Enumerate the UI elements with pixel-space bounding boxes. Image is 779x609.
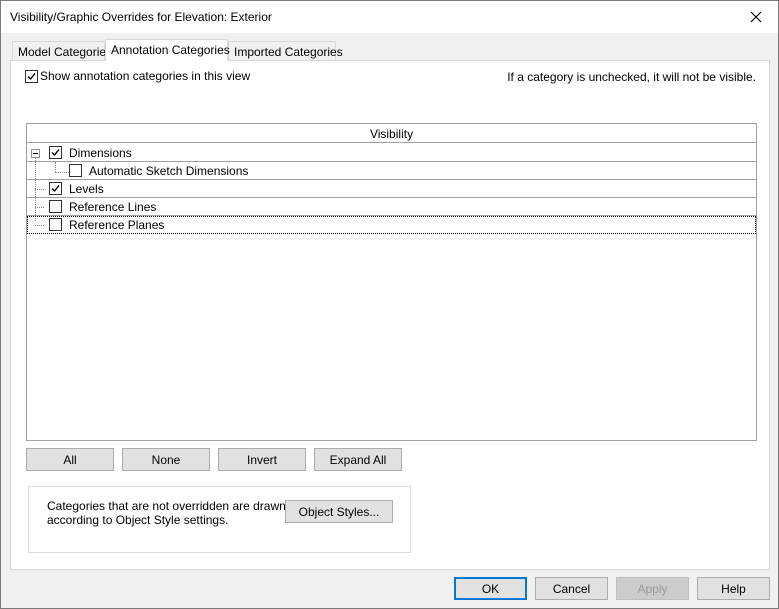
row-label: Dimensions: [69, 146, 132, 160]
tab-imported-categories[interactable]: Imported Categories: [228, 41, 343, 61]
close-button[interactable]: [734, 1, 778, 33]
window-title: Visibility/Graphic Overrides for Elevati…: [10, 10, 272, 24]
none-button[interactable]: None: [122, 448, 210, 471]
row-visibility-checkbox[interactable]: [69, 164, 82, 177]
row-label: Reference Planes: [69, 218, 165, 232]
checkmark-icon: [27, 72, 36, 80]
table-row[interactable]: Levels: [27, 180, 756, 198]
ok-button[interactable]: OK: [454, 577, 527, 600]
table-row[interactable]: Reference Lines: [27, 198, 756, 216]
expand-all-button[interactable]: Expand All: [314, 448, 402, 471]
row-visibility-checkbox[interactable]: [49, 218, 62, 231]
tab-label: Annotation Categories: [111, 43, 230, 57]
categories-grid: Visibility Dimensions Automatic Sketch D…: [26, 123, 757, 441]
tab-model-categories[interactable]: Model Categories: [12, 41, 112, 61]
table-row[interactable]: Reference Planes: [27, 216, 756, 234]
show-annotation-categories-checkbox[interactable]: [25, 69, 38, 83]
row-label: Automatic Sketch Dimensions: [89, 164, 249, 178]
column-header-label: Visibility: [369, 127, 414, 141]
visibility-hint: If a category is unchecked, it will not …: [507, 70, 756, 84]
row-label: Reference Lines: [69, 200, 157, 214]
tab-label: Model Categories: [18, 45, 113, 59]
annotation-categories-panel: Show annotation categories in this view …: [10, 60, 770, 570]
cancel-button[interactable]: Cancel: [535, 577, 608, 600]
all-button[interactable]: All: [26, 448, 114, 471]
row-label: Levels: [69, 182, 104, 196]
object-style-note: Categories that are not overridden are d…: [47, 499, 286, 527]
apply-button: Apply: [616, 577, 689, 600]
table-row[interactable]: Dimensions: [27, 144, 756, 162]
checkmark-icon: [51, 149, 60, 157]
dialog-window: Visibility/Graphic Overrides for Elevati…: [0, 0, 779, 609]
row-visibility-checkbox[interactable]: [49, 200, 62, 213]
object-style-note-group: Categories that are not overridden are d…: [28, 486, 411, 553]
close-icon: [750, 11, 762, 23]
collapse-minus-icon[interactable]: [31, 149, 40, 158]
invert-button[interactable]: Invert: [218, 448, 306, 471]
tab-label: Imported Categories: [234, 45, 343, 59]
tab-annotation-categories[interactable]: Annotation Categories: [105, 39, 230, 61]
table-row[interactable]: Automatic Sketch Dimensions: [27, 162, 756, 180]
row-visibility-checkbox[interactable]: [49, 182, 62, 195]
checkmark-icon: [51, 185, 60, 193]
row-visibility-checkbox[interactable]: [49, 146, 62, 159]
visibility-column-header[interactable]: Visibility: [27, 124, 756, 143]
show-annotation-categories-label: Show annotation categories in this view: [40, 69, 251, 83]
title-bar: Visibility/Graphic Overrides for Elevati…: [1, 1, 778, 33]
show-annotation-categories-option[interactable]: Show annotation categories in this view: [25, 69, 250, 83]
object-styles-button[interactable]: Object Styles...: [285, 500, 393, 523]
help-button[interactable]: Help: [697, 577, 770, 600]
